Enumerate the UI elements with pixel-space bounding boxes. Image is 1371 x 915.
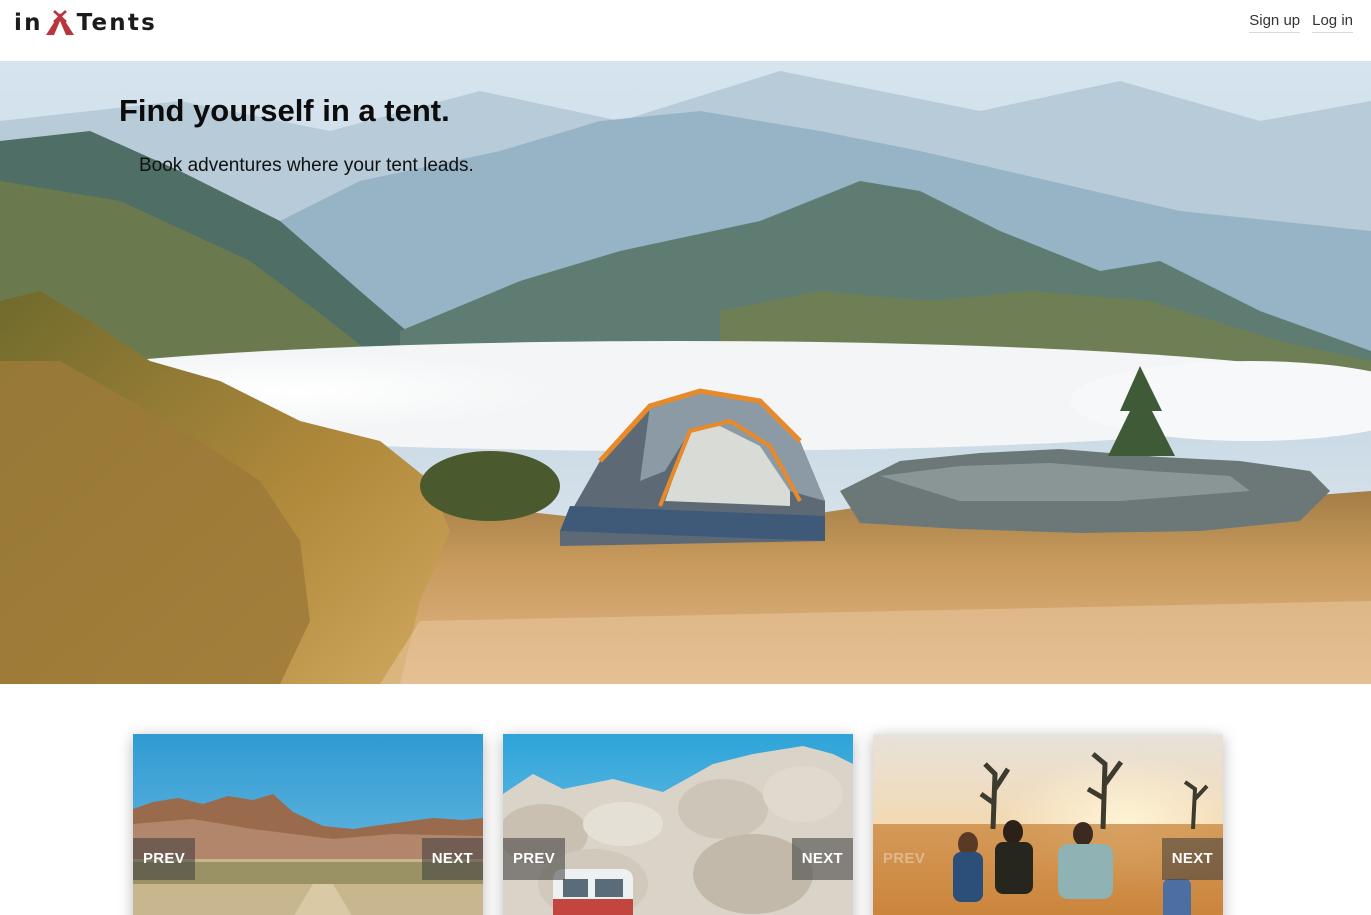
signup-link[interactable]: Sign up: [1249, 12, 1301, 33]
hero-subtitle: Book adventures where your tent leads.: [139, 155, 474, 176]
site-header: in Tents Sign up Log in: [0, 0, 1371, 61]
tent-logo-icon: [45, 10, 74, 35]
next-button[interactable]: NEXT: [791, 838, 853, 880]
login-link[interactable]: Log in: [1312, 12, 1353, 33]
prev-button[interactable]: PREV: [873, 838, 935, 880]
card-desert-image: [133, 734, 483, 915]
hero-title: Find yourself in a tent.: [119, 93, 450, 128]
prev-button[interactable]: PREV: [503, 838, 566, 880]
header-nav: Sign up Log in: [1249, 12, 1353, 33]
next-button[interactable]: NEXT: [1161, 838, 1223, 880]
next-button[interactable]: NEXT: [421, 838, 483, 880]
brand-suffix: Tents: [76, 10, 157, 36]
adventure-card-carousel-row: PREV NEXT PREV NEXT PREV NEXT: [133, 734, 1223, 915]
prev-button[interactable]: PREV: [133, 838, 196, 880]
brand-prefix: in: [14, 10, 43, 36]
adventure-card[interactable]: PREV NEXT: [503, 734, 853, 915]
hero-banner: Find yourself in a tent. Book adventures…: [0, 61, 1371, 684]
brand-logo[interactable]: in Tents: [14, 6, 157, 40]
adventure-card[interactable]: PREV NEXT: [133, 734, 483, 915]
card-boulders-van-image: [503, 734, 853, 915]
adventure-card[interactable]: PREV NEXT: [873, 734, 1223, 915]
card-sunset-friends-image: [873, 734, 1223, 915]
